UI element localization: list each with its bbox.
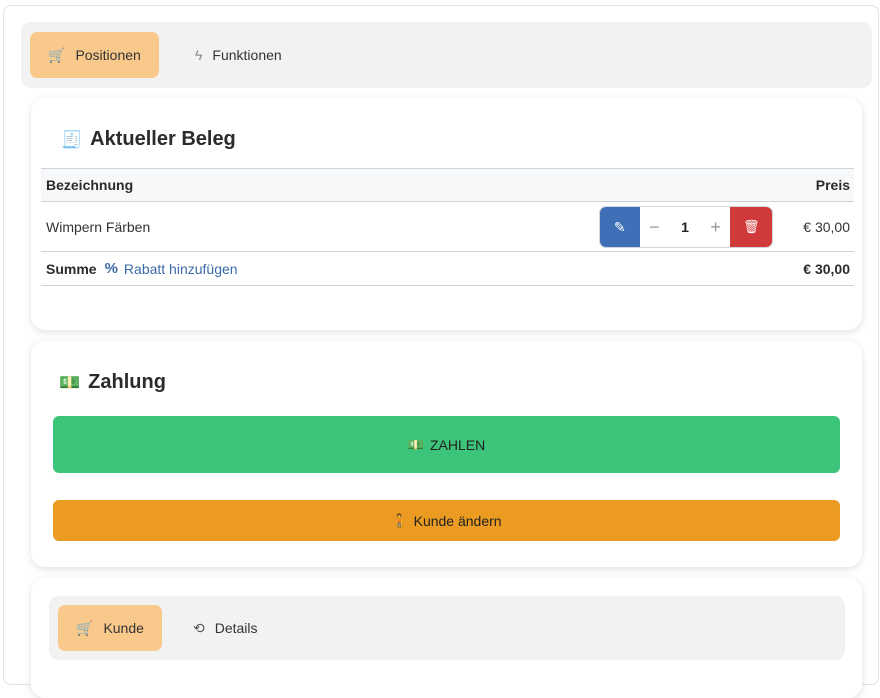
cart-icon: 🛒 (76, 620, 94, 636)
receipt-icon: 🧾 (61, 129, 83, 149)
payment-title: 💵 Zahlung (59, 371, 166, 393)
table-row: Wimpern Färben ✎ − 1 + 🗑 € 30,00 (41, 202, 854, 252)
customer-card: 🛒 Kunde ⟲ Details (31, 578, 862, 698)
column-header-name: Bezeichnung (46, 177, 134, 193)
customer-icon: 🧍 (391, 512, 408, 528)
item-name: Wimpern Färben (46, 218, 151, 235)
sum-cell: Summe % Rabatt hinzufügen (46, 260, 238, 277)
receipt-card: 🧾 Aktueller Beleg Bezeichnung Preis Wimp… (31, 98, 862, 330)
tab-label: Details (214, 620, 258, 636)
customer-tab-bar: 🛒 Kunde ⟲ Details (49, 596, 845, 660)
change-customer-button[interactable]: 🧍 Kunde ändern (53, 500, 840, 541)
pay-button[interactable]: 💵 ZAHLEN (53, 416, 840, 473)
add-discount-label: Rabatt hinzufügen (123, 260, 238, 277)
history-icon: ⟲ (193, 620, 205, 636)
plus-icon: + (710, 216, 721, 237)
increment-button[interactable]: + (700, 207, 731, 247)
payment-card: 💵 Zahlung 💵 ZAHLEN 🧍 Kunde ändern (31, 341, 862, 567)
tab-label: Positionen (75, 47, 141, 63)
money-icon: 💵 (407, 436, 424, 452)
lightning-icon: ϟ (195, 47, 203, 63)
trash-icon: 🗑 (742, 219, 760, 234)
edit-button[interactable]: ✎ (600, 207, 640, 247)
quantity-value[interactable]: 1 (669, 207, 701, 247)
table-header: Bezeichnung Preis (41, 168, 854, 202)
top-tab-bar: 🛒 Positionen ϟ Funktionen (21, 22, 872, 88)
tab-funktionen[interactable]: ϟ Funktionen (177, 32, 300, 78)
quantity-stepper: ✎ − 1 + 🗑 (599, 206, 773, 248)
sum-row: Summe % Rabatt hinzufügen € 30,00 (41, 252, 854, 286)
tab-details[interactable]: ⟲ Details (175, 605, 276, 651)
tab-kunde[interactable]: 🛒 Kunde (58, 605, 162, 651)
receipt-table: Bezeichnung Preis Wimpern Färben ✎ − 1 +… (41, 168, 854, 288)
item-price: € 30,00 (803, 218, 850, 235)
percent-icon: % (104, 260, 118, 277)
pay-button-label: ZAHLEN (429, 436, 486, 453)
cart-icon: 🛒 (48, 47, 66, 63)
minus-icon: − (649, 216, 660, 237)
tab-label: Funktionen (212, 47, 282, 63)
change-customer-label: Kunde ändern (413, 512, 502, 529)
tab-positionen[interactable]: 🛒 Positionen (30, 32, 159, 78)
column-header-price: Preis (815, 177, 850, 193)
edit-icon: ✎ (613, 218, 626, 235)
sum-label: Summe (46, 260, 97, 277)
delete-button[interactable]: 🗑 (730, 207, 772, 247)
add-discount-link[interactable]: % Rabatt hinzufügen (105, 260, 238, 277)
receipt-title: 🧾 Aktueller Beleg (61, 128, 236, 150)
money-icon: 💵 (59, 372, 81, 392)
decrement-button[interactable]: − (639, 207, 670, 247)
tab-label: Kunde (103, 620, 144, 636)
sum-value: € 30,00 (803, 260, 850, 277)
